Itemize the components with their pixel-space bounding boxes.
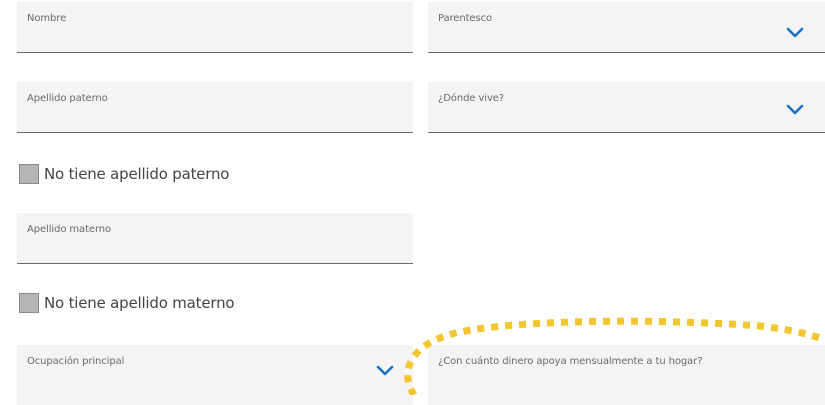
nombre-field[interactable]: Nombre (17, 2, 413, 53)
apellido-paterno-label: Apellido paterno (27, 93, 108, 104)
donde-vive-select[interactable]: ¿Dónde vive? (428, 82, 825, 133)
ocupacion-principal-select[interactable]: Ocupación principal (17, 345, 413, 405)
no-apellido-paterno-label: No tiene apellido paterno (44, 165, 230, 183)
no-apellido-materno-option[interactable]: No tiene apellido materno (19, 293, 235, 313)
nombre-label: Nombre (27, 13, 67, 24)
ocupacion-principal-label: Ocupación principal (27, 356, 125, 367)
highlight-ring (404, 317, 825, 395)
apellido-materno-label: Apellido materno (27, 224, 112, 235)
no-apellido-paterno-checkbox[interactable] (19, 164, 39, 184)
no-apellido-materno-checkbox[interactable] (19, 293, 39, 313)
parentesco-label: Parentesco (438, 13, 492, 24)
dinero-mensual-field[interactable]: ¿Con cuánto dinero apoya mensualmente a … (428, 345, 825, 405)
no-apellido-materno-label: No tiene apellido materno (44, 294, 235, 312)
no-apellido-paterno-option[interactable]: No tiene apellido paterno (19, 164, 229, 184)
dinero-mensual-label: ¿Con cuánto dinero apoya mensualmente a … (438, 356, 703, 367)
chevron-down-icon[interactable] (786, 104, 804, 116)
donde-vive-label: ¿Dónde vive? (438, 93, 505, 104)
apellido-paterno-field[interactable]: Apellido paterno (17, 82, 413, 133)
apellido-materno-field[interactable]: Apellido materno (17, 213, 413, 264)
chevron-down-icon[interactable] (786, 27, 804, 39)
parentesco-select[interactable]: Parentesco (428, 2, 825, 53)
chevron-down-icon[interactable] (376, 365, 394, 377)
